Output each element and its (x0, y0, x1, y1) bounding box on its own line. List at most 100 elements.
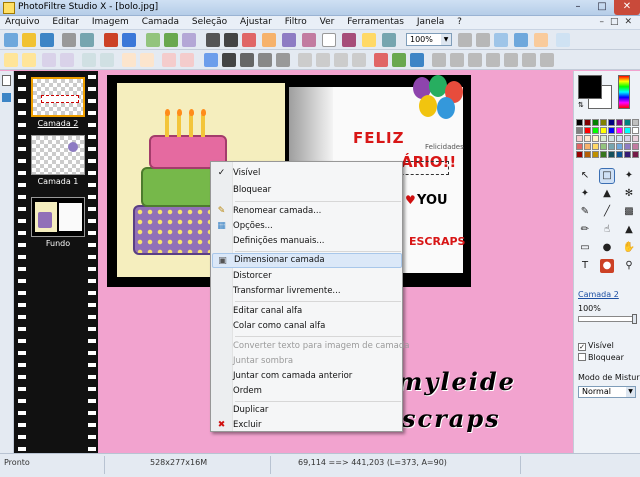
hand-tool-icon[interactable]: ✋ (622, 241, 636, 255)
auto-levels-icon[interactable] (4, 53, 18, 67)
zoom-in-icon[interactable] (458, 33, 472, 47)
preview-icon[interactable] (534, 33, 548, 47)
eyedropper-icon[interactable]: ✦ (578, 187, 592, 201)
pencil-icon[interactable]: ✎ (578, 205, 592, 219)
menu-filtro[interactable]: Filtro (280, 16, 312, 27)
lock-checkbox[interactable]: Bloquear (578, 353, 624, 362)
rotate-left-icon[interactable] (334, 53, 348, 67)
contrast-down-icon[interactable] (82, 53, 96, 67)
document-window-buttons[interactable]: –□✕ (599, 17, 638, 27)
gamma-down-icon[interactable] (162, 53, 176, 67)
gallery-icon[interactable] (2, 93, 11, 102)
negative-icon[interactable] (276, 53, 290, 67)
brightness-up-icon[interactable] (60, 53, 74, 67)
menu-item-definicoes-manuais[interactable]: Definições manuais... (212, 234, 402, 249)
layers-icon[interactable] (556, 33, 570, 47)
shadow-icon[interactable] (342, 33, 356, 47)
red-channel-icon[interactable] (374, 53, 388, 67)
text-tool-icon[interactable]: T (578, 259, 592, 273)
zoom-out-icon[interactable] (476, 33, 490, 47)
filter-icon[interactable] (382, 33, 396, 47)
grid-icon[interactable] (432, 53, 446, 67)
document-icon[interactable] (2, 75, 11, 86)
menu-item-renomear-camada[interactable]: ✎ Renomear camada... (212, 204, 402, 219)
menu-item-editar-canal-alfa[interactable]: Editar canal alfa (212, 304, 402, 319)
menu-selecao[interactable]: Seleção (187, 16, 232, 27)
layer-camada-2[interactable]: Camada 2 (31, 77, 85, 128)
magic-wand-icon[interactable]: ✦ (622, 169, 636, 183)
green-channel-icon[interactable] (392, 53, 406, 67)
selection-show-icon[interactable] (450, 53, 464, 67)
paint-bucket-icon[interactable]: ▲ (600, 187, 614, 201)
brush-tool-icon[interactable]: ✏ (578, 223, 592, 237)
menu-janela[interactable]: Janela (412, 16, 449, 27)
eraser-icon[interactable]: ▭ (578, 241, 592, 255)
menu-item-visivel[interactable]: ✓ Visível (212, 166, 402, 181)
plugin-icon[interactable] (540, 53, 554, 67)
spray-icon[interactable]: ✻ (622, 187, 636, 201)
sharpen-icon[interactable] (222, 53, 236, 67)
print-icon[interactable] (62, 33, 76, 47)
line-tool-icon[interactable]: ╱ (600, 205, 614, 219)
open-folder-icon[interactable] (22, 33, 36, 47)
mask-icon[interactable] (302, 33, 316, 47)
redo-icon[interactable] (122, 33, 136, 47)
layer-camada-1[interactable]: Camada 1 (31, 135, 85, 186)
paste-new-icon[interactable] (182, 33, 196, 47)
minimize-button[interactable]: – (566, 0, 590, 15)
selection-tool-icon[interactable]: □ (599, 168, 615, 184)
scan-icon[interactable] (80, 33, 94, 47)
auto-crop-icon[interactable] (262, 33, 276, 47)
menu-editar[interactable]: Editar (47, 16, 84, 27)
menu-item-ordem[interactable]: Ordem (212, 384, 402, 399)
menu-item-duplicar[interactable]: Duplicar (212, 403, 402, 418)
undo-icon[interactable] (104, 33, 118, 47)
menu-camada[interactable]: Camada (137, 16, 184, 27)
gradient-icon[interactable]: ▩ (622, 205, 636, 219)
menu-help[interactable]: ? (452, 16, 467, 27)
stamp-icon[interactable] (486, 53, 500, 67)
blend-mode-select[interactable]: Normal ▼ (578, 386, 636, 398)
layer-fundo[interactable]: Fundo (31, 197, 85, 248)
new-file-icon[interactable] (4, 33, 18, 47)
menu-arquivo[interactable]: Arquivo (0, 16, 44, 27)
canvas-size-icon[interactable] (224, 33, 238, 47)
contrast-up-icon[interactable] (100, 53, 114, 67)
foreground-color-swatch[interactable] (578, 75, 602, 99)
saturation-down-icon[interactable] (122, 53, 136, 67)
blue-channel-icon[interactable] (410, 53, 424, 67)
menu-item-opcoes[interactable]: ▦ Opções... (212, 219, 402, 234)
image-size-icon[interactable] (206, 33, 220, 47)
menu-ferramentas[interactable]: Ferramentas (342, 16, 409, 27)
blur-icon[interactable] (204, 53, 218, 67)
crop-icon[interactable] (242, 33, 256, 47)
pointer-tool-icon[interactable]: ↖ (578, 169, 592, 183)
opacity-slider[interactable] (578, 314, 637, 324)
text-icon[interactable] (322, 33, 336, 47)
menu-ajustar[interactable]: Ajustar (235, 16, 277, 27)
zoom-tool-icon[interactable]: ⚲ (622, 259, 636, 273)
gamma-up-icon[interactable] (180, 53, 194, 67)
menu-item-juntar-camada-anterior[interactable]: Juntar com camada anterior (212, 369, 402, 384)
selection-hide-icon[interactable] (468, 53, 482, 67)
sepia-icon[interactable] (258, 53, 272, 67)
rotate-right-icon[interactable] (352, 53, 366, 67)
flip-vertical-icon[interactable] (316, 53, 330, 67)
menu-item-bloquear[interactable]: Bloquear (212, 183, 402, 198)
close-button[interactable]: ✕ (614, 0, 640, 15)
brush-icon[interactable] (362, 33, 376, 47)
image-tool-icon[interactable]: ● (600, 259, 614, 273)
swap-colors-icon[interactable]: ⇅ (578, 101, 586, 109)
maximize-button[interactable]: □ (590, 0, 614, 15)
smudge-icon[interactable]: ☝ (600, 223, 614, 237)
menu-item-colar-canal-alfa[interactable]: Colar como canal alfa (212, 319, 402, 334)
grayscale-icon[interactable] (240, 53, 254, 67)
blur-tool-icon[interactable]: ● (600, 241, 614, 255)
fit-window-icon[interactable] (494, 33, 508, 47)
fullscreen-icon[interactable] (514, 33, 528, 47)
texture-icon[interactable] (504, 53, 518, 67)
effect-icon[interactable] (522, 53, 536, 67)
visible-checkbox[interactable]: ✓ Visível (578, 341, 614, 351)
slider-thumb[interactable] (632, 314, 637, 324)
color-spectrum-bar[interactable] (618, 75, 630, 109)
